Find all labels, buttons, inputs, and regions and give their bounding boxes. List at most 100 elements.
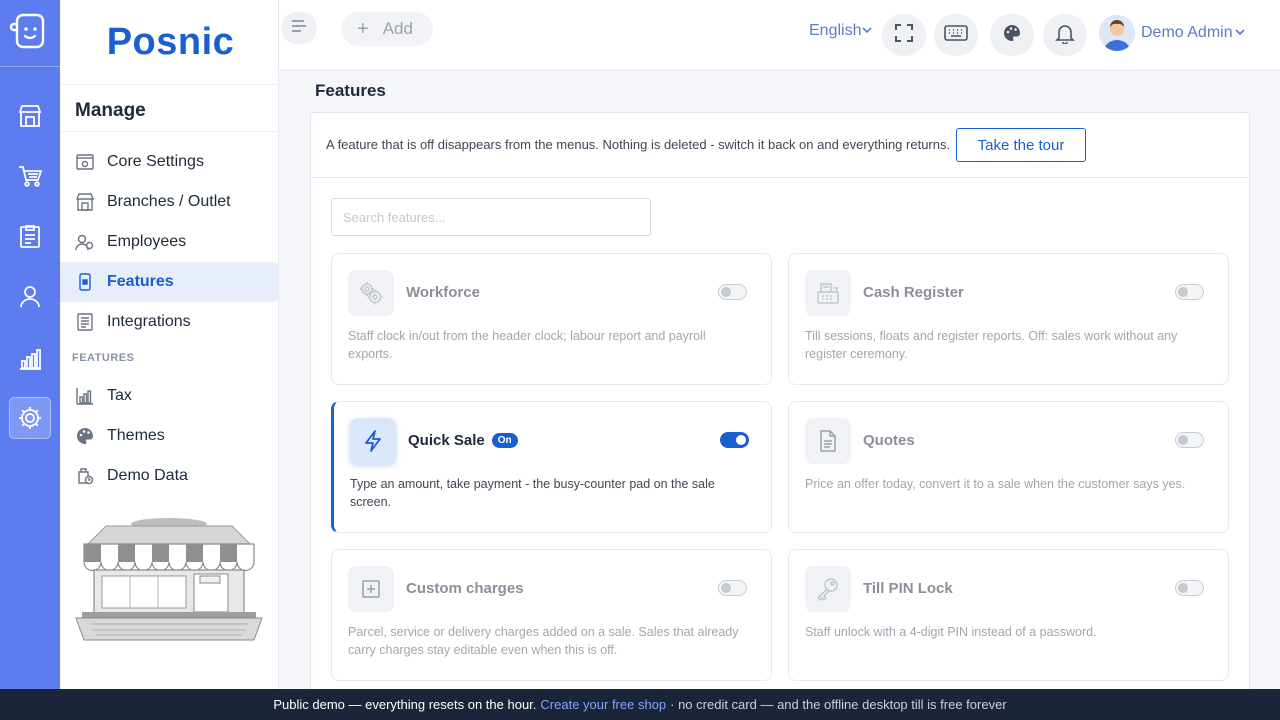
icon-rail: [0, 0, 60, 689]
palette-icon: [1002, 23, 1022, 48]
top-bar: + Add English Demo Admin: [279, 0, 1280, 71]
features-panel: A feature that is off disappears from th…: [310, 112, 1250, 712]
brand-logo[interactable]: Posnic: [60, 0, 279, 85]
sidebar-item-integrations[interactable]: Integrations: [60, 302, 279, 342]
user-icon[interactable]: [10, 276, 50, 316]
till-pin-lock-toggle[interactable]: [1175, 580, 1204, 596]
feature-description: Price an offer today, convert it to a sa…: [805, 477, 1186, 491]
sidebar-title: Manage: [75, 100, 146, 121]
feature-title: Cash Register: [863, 284, 964, 301]
feature-card-cash-register: Cash Register Till sessions, floats and …: [788, 253, 1229, 385]
tax-icon: [74, 385, 96, 407]
user-menu[interactable]: Demo Admin: [1099, 15, 1247, 51]
demo-data-icon: [74, 465, 96, 487]
keyboard-shortcuts-button[interactable]: [934, 14, 978, 56]
chevron-down-icon: [861, 22, 873, 40]
sidebar-group-label: FEATURES: [72, 352, 135, 364]
settings-icon[interactable]: [9, 397, 51, 439]
sidebar-item-label: Themes: [107, 427, 165, 444]
language-label: English: [809, 22, 862, 39]
page-title: Features: [315, 81, 386, 100]
feature-title: Quotes: [863, 432, 915, 449]
feature-title: Custom charges: [406, 580, 524, 597]
quick-sale-toggle[interactable]: [720, 432, 749, 448]
feature-description: Staff unlock with a 4-digit PIN instead …: [805, 625, 1097, 639]
feature-title-label: Quick Sale: [408, 432, 485, 449]
sidebar: Posnic Manage Core Settings Branches / O…: [60, 0, 279, 689]
status-badge: On: [491, 433, 518, 448]
sidebar-item-features[interactable]: Features: [60, 262, 279, 302]
align-left-icon: [290, 18, 308, 39]
feature-title: Workforce: [406, 284, 480, 301]
chart-icon[interactable]: [10, 338, 50, 378]
sidebar-item-label: Demo Data: [107, 467, 188, 484]
footer-text: Public demo — everything resets on the h…: [273, 697, 537, 712]
add-button-label: Add: [382, 19, 413, 38]
sidebar-item-branches[interactable]: Branches / Outlet: [60, 182, 279, 222]
feature-card-quotes: Quotes Price an offer today, convert it …: [788, 401, 1229, 533]
document-icon: [805, 418, 851, 464]
sidebar-item-employees[interactable]: Employees: [60, 222, 279, 262]
sidebar-item-demo-data[interactable]: Demo Data: [60, 456, 279, 496]
plus-icon: +: [357, 18, 369, 40]
workforce-toggle[interactable]: [718, 284, 747, 300]
user-name-label: Demo Admin: [1141, 24, 1233, 41]
sidebar-item-label: Branches / Outlet: [107, 193, 231, 210]
sidebar-item-tax[interactable]: Tax: [60, 376, 279, 416]
avatar: [1099, 15, 1135, 51]
workforce-icon: [348, 270, 394, 316]
cash-register-toggle[interactable]: [1175, 284, 1204, 300]
plus-square-icon: [348, 566, 394, 612]
sidebar-item-core-settings[interactable]: Core Settings: [60, 142, 279, 182]
demo-footer: Public demo — everything resets on the h…: [0, 689, 1280, 720]
feature-title: Quick Sale On: [408, 432, 518, 449]
feature-description: Type an amount, take payment - the busy-…: [350, 477, 715, 509]
theme-button[interactable]: [990, 14, 1034, 56]
feature-card-custom-charges: Custom charges Parcel, service or delive…: [331, 549, 772, 681]
integrations-icon: [74, 311, 96, 333]
store-icon[interactable]: [10, 96, 50, 136]
branches-icon: [74, 191, 96, 213]
bell-icon: [1055, 22, 1075, 49]
clipboard-icon[interactable]: [10, 216, 50, 256]
quotes-toggle[interactable]: [1175, 432, 1204, 448]
sidebar-item-themes[interactable]: Themes: [60, 416, 279, 456]
footer-subtext: · no credit card — and the offline deskt…: [670, 697, 1007, 712]
chevron-down-icon: [1233, 24, 1247, 42]
cart-icon[interactable]: [10, 156, 50, 196]
fullscreen-button[interactable]: [882, 14, 926, 56]
features-note: A feature that is off disappears from th…: [326, 137, 951, 152]
sidebar-item-label: Features: [107, 273, 174, 290]
key-icon: [805, 566, 851, 612]
search-features-input[interactable]: [331, 198, 651, 236]
language-dropdown[interactable]: English: [809, 22, 873, 40]
feature-description: Staff clock in/out from the header clock…: [348, 329, 706, 361]
custom-charges-toggle[interactable]: [718, 580, 747, 596]
rail-divider: [0, 66, 60, 67]
menu-toggle-button[interactable]: [281, 12, 317, 44]
shop-illustration: [74, 514, 264, 649]
keyboard-icon: [944, 24, 968, 46]
feature-card-till-pin-lock: Till PIN Lock Staff unlock with a 4-digi…: [788, 549, 1229, 681]
fullscreen-icon: [894, 23, 914, 48]
feature-title: Till PIN Lock: [863, 580, 953, 597]
feature-description: Till sessions, floats and register repor…: [805, 329, 1178, 361]
feature-card-quick-sale: Quick Sale On Type an amount, take payme…: [331, 401, 772, 533]
employees-icon: [74, 231, 96, 253]
user-name: Demo Admin: [1141, 24, 1247, 42]
logo-icon[interactable]: [9, 12, 50, 52]
sidebar-item-label: Core Settings: [107, 153, 204, 170]
core-settings-icon: [74, 151, 96, 173]
notifications-button[interactable]: [1043, 14, 1087, 56]
add-button[interactable]: + Add: [341, 12, 433, 46]
sidebar-item-label: Employees: [107, 233, 187, 250]
feature-card-workforce: Workforce Staff clock in/out from the he…: [331, 253, 772, 385]
lightning-icon: [350, 418, 396, 464]
panel-header: A feature that is off disappears from th…: [311, 113, 1249, 178]
features-icon: [74, 271, 96, 293]
create-shop-link[interactable]: Create your free shop: [540, 697, 666, 712]
cash-register-icon: [805, 270, 851, 316]
take-tour-button[interactable]: Take the tour: [956, 128, 1086, 162]
sidebar-item-label: Integrations: [107, 313, 191, 330]
palette-icon: [74, 425, 96, 447]
